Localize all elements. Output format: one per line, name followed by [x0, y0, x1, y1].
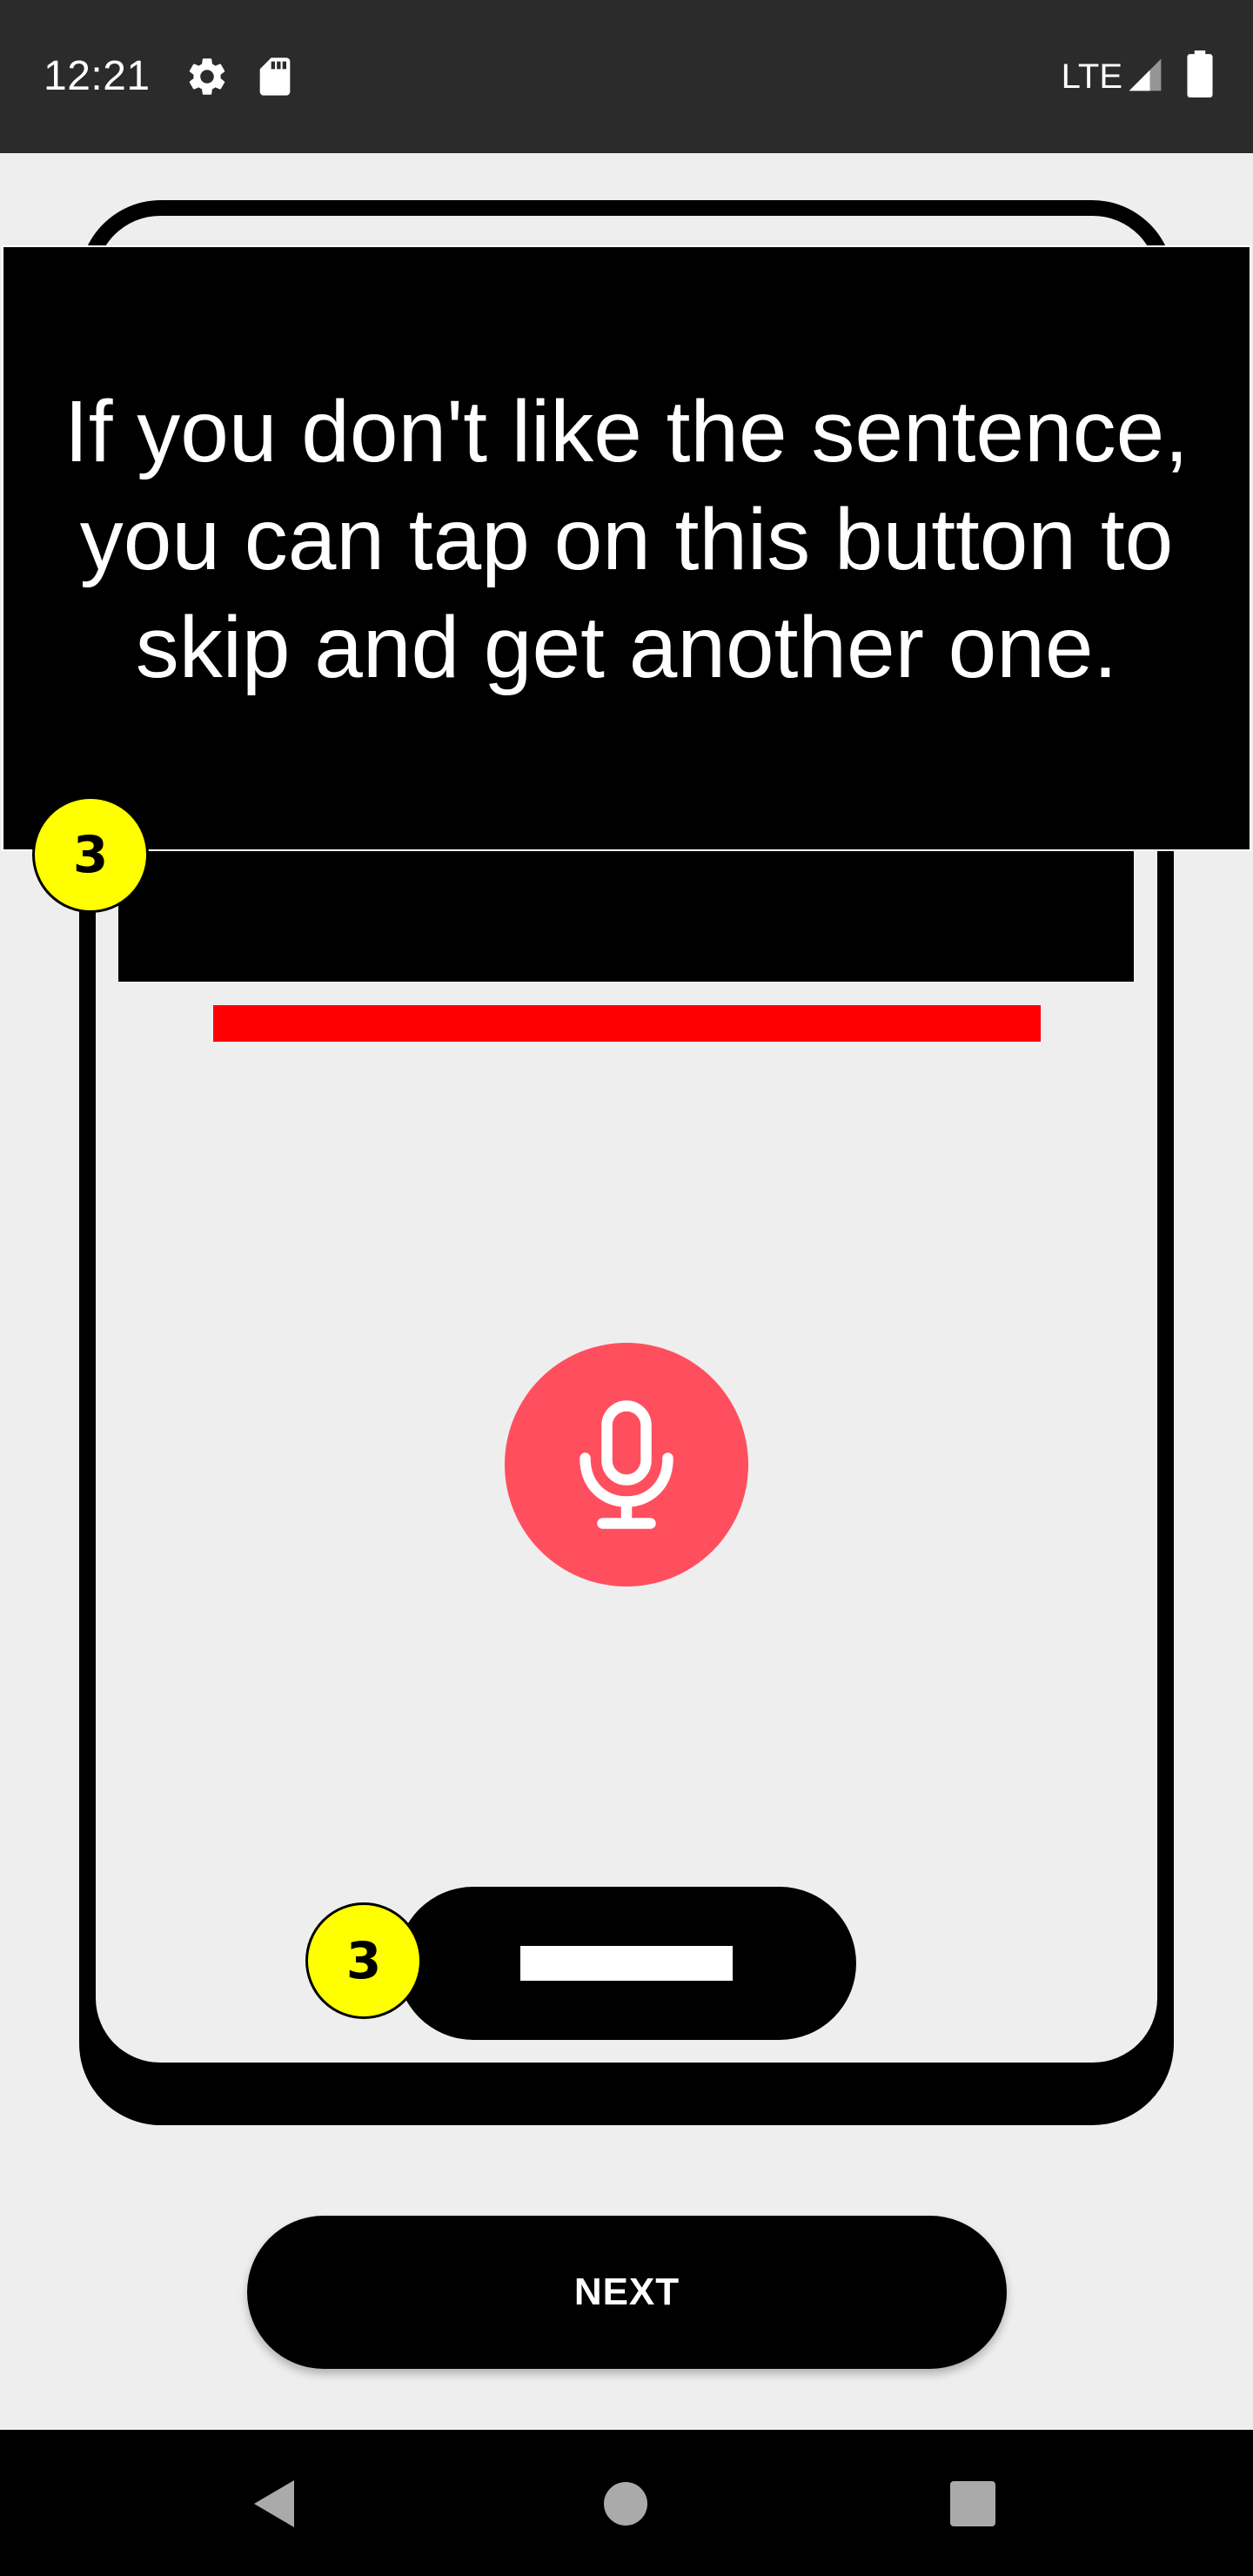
back-icon[interactable] [252, 2479, 296, 2529]
status-bar: 12:21 LTE [0, 0, 1253, 153]
step-badge-top: 3 [32, 796, 149, 913]
step-badge-skip: 3 [305, 1902, 422, 2019]
microphone-icon [580, 1400, 673, 1529]
tutorial-tooltip: If you don't like the sentence, you can … [2, 245, 1251, 851]
skip-button-label-placeholder [520, 1946, 733, 1981]
recording-progress-bar [213, 1005, 1041, 1042]
status-time: 12:21 [44, 53, 151, 99]
tooltip-text: If you don't like the sentence, you can … [64, 383, 1189, 696]
sd-card-icon [259, 57, 291, 96]
settings-icon [189, 58, 225, 95]
network-type: LTE [1061, 57, 1122, 96]
battery-icon [1187, 50, 1213, 97]
recents-icon[interactable] [950, 2481, 995, 2526]
next-button[interactable]: NEXT [247, 2216, 1007, 2369]
signal-icon [1129, 58, 1162, 91]
record-button[interactable] [505, 1343, 748, 1587]
home-icon[interactable] [604, 2482, 647, 2526]
